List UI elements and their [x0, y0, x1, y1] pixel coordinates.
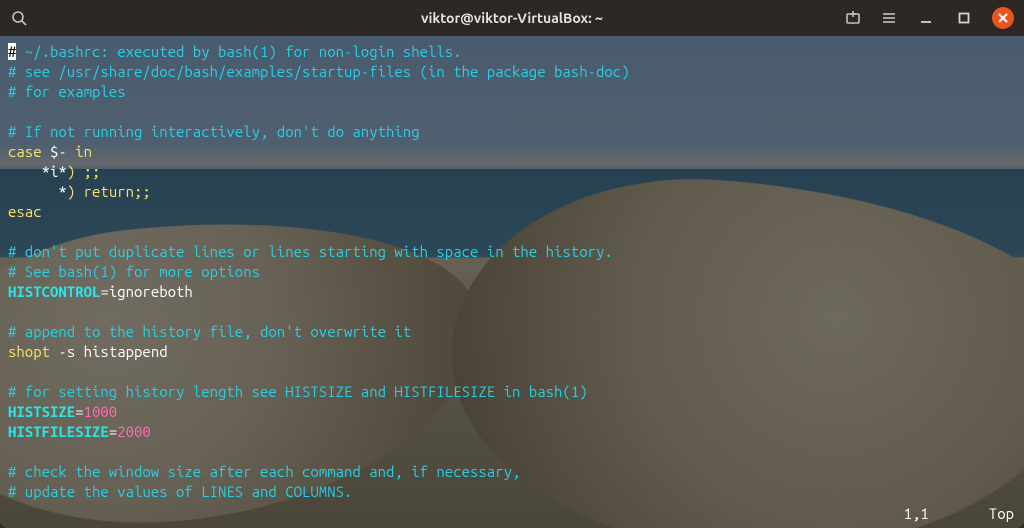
code-line: HISTSIZE=1000 — [8, 402, 1016, 422]
titlebar: viktor@viktor-VirtualBox: ~ — [0, 0, 1024, 36]
new-tab-icon[interactable] — [844, 9, 862, 27]
code-line: # See bash(1) for more options — [8, 262, 1016, 282]
code-line — [8, 362, 1016, 382]
editor-content: # ~/.bashrc: executed by bash(1) for non… — [0, 36, 1024, 528]
scroll-position: Top — [989, 504, 1014, 524]
code-line: *i*) ;; — [8, 162, 1016, 182]
code-line: case $- in — [8, 142, 1016, 162]
close-icon[interactable] — [992, 7, 1014, 29]
editor-status-bar: 1,1 Top — [904, 504, 1014, 524]
code-line — [8, 302, 1016, 322]
code-line: esac — [8, 202, 1016, 222]
code-line: shopt -s histappend — [8, 342, 1016, 362]
code-line: # append to the history file, don't over… — [8, 322, 1016, 342]
maximize-icon[interactable] — [954, 8, 974, 28]
code-line: # for setting history length see HISTSIZ… — [8, 382, 1016, 402]
code-line: HISTFILESIZE=2000 — [8, 422, 1016, 442]
code-line: # update the values of LINES and COLUMNS… — [8, 482, 1016, 502]
code-line — [8, 442, 1016, 462]
code-line: # check the window size after each comma… — [8, 462, 1016, 482]
code-line: *) return;; — [8, 182, 1016, 202]
hamburger-icon[interactable] — [880, 9, 898, 27]
code-line: # for examples — [8, 82, 1016, 102]
terminal-viewport[interactable]: # ~/.bashrc: executed by bash(1) for non… — [0, 36, 1024, 528]
search-icon[interactable] — [10, 9, 28, 27]
code-line: # see /usr/share/doc/bash/examples/start… — [8, 62, 1016, 82]
code-line — [8, 102, 1016, 122]
code-line: # don't put duplicate lines or lines sta… — [8, 242, 1016, 262]
minimize-icon[interactable] — [916, 8, 936, 28]
code-line: # ~/.bashrc: executed by bash(1) for non… — [8, 42, 1016, 62]
cursor-position: 1,1 — [904, 504, 929, 524]
code-line — [8, 222, 1016, 242]
terminal-window: viktor@viktor-VirtualBox: ~ # ~/.bashrc:… — [0, 0, 1024, 528]
code-line: # If not running interactively, don't do… — [8, 122, 1016, 142]
code-line: HISTCONTROL=ignoreboth — [8, 282, 1016, 302]
